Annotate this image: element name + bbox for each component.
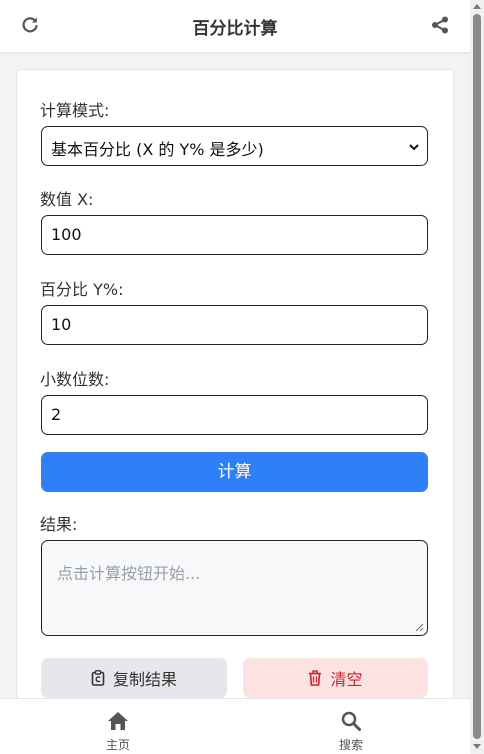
copy-result-label: 复制结果 <box>112 670 177 689</box>
resize-grip-icon[interactable] <box>415 623 424 632</box>
search-icon <box>341 711 361 731</box>
home-icon <box>108 712 128 730</box>
y-label: 百分比 Y%: <box>40 280 124 299</box>
trash-icon <box>309 670 322 686</box>
decimals-label: 小数位数: <box>40 370 110 389</box>
share-button[interactable] <box>430 15 452 37</box>
x-input-value: 100 <box>51 225 82 244</box>
mode-label: 计算模式: <box>40 101 110 120</box>
chevron-down-icon <box>409 144 419 151</box>
share-icon <box>432 16 448 34</box>
decimals-input-value: 2 <box>51 405 62 424</box>
result-textarea[interactable]: 点击计算按钮开始... <box>41 540 428 636</box>
bottom-nav: 主页 搜索 <box>0 698 470 754</box>
clear-label: 清空 <box>330 670 363 689</box>
scrollbar-thumb[interactable] <box>473 14 481 739</box>
copy-result-button[interactable]: 复制结果 <box>41 658 227 698</box>
result-placeholder: 点击计算按钮开始... <box>57 564 201 583</box>
x-label: 数值 X: <box>40 190 94 209</box>
nav-item-search[interactable]: 搜索 <box>321 711 381 753</box>
calculate-button[interactable]: 计算 <box>41 452 428 492</box>
mode-select[interactable]: 基本百分比 (X 的 Y% 是多少) <box>41 126 428 166</box>
mode-select-value: 基本百分比 (X 的 Y% 是多少) <box>51 140 264 159</box>
y-input[interactable]: 10 <box>41 305 428 345</box>
scroll-up-arrow-icon[interactable] <box>473 4 481 9</box>
x-input[interactable]: 100 <box>41 215 428 255</box>
decimals-input[interactable]: 2 <box>41 395 428 435</box>
scrollbar[interactable] <box>470 0 484 753</box>
nav-item-home[interactable]: 主页 <box>88 711 148 753</box>
page-title: 百分比计算 <box>192 19 278 39</box>
nav-home-label: 主页 <box>105 738 130 752</box>
clipboard-icon <box>91 670 105 686</box>
result-label: 结果: <box>40 515 78 534</box>
nav-search-label: 搜索 <box>338 738 363 752</box>
scroll-down-arrow-icon[interactable] <box>473 744 481 749</box>
app-header: 百分比计算 <box>0 0 470 53</box>
clear-button[interactable]: 清空 <box>243 658 428 698</box>
y-input-value: 10 <box>51 315 72 334</box>
